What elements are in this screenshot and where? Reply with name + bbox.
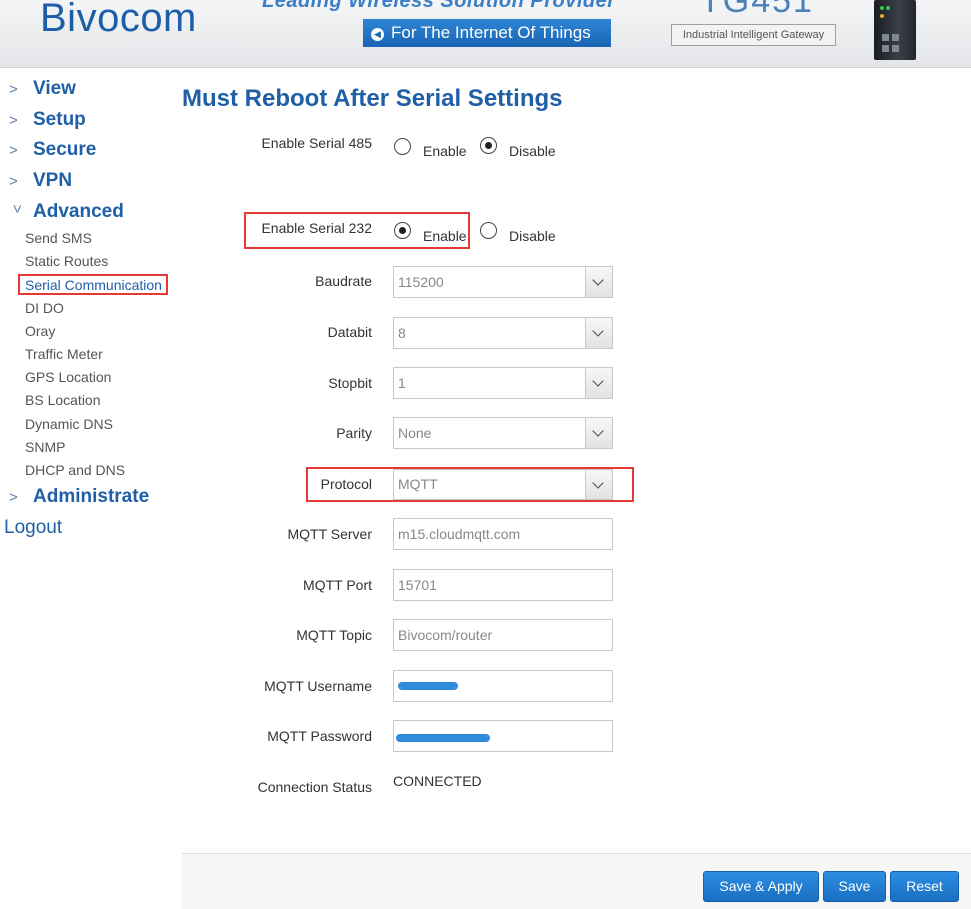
serial232-label: Enable Serial 232 [261, 220, 372, 236]
connection-status-label: Connection Status [257, 779, 372, 795]
sidebar-item-label: Secure [33, 139, 97, 160]
chevron-right-icon: > [9, 142, 18, 159]
parity-select[interactable]: None [393, 417, 613, 449]
sidebar-subitem-send-sms[interactable]: Send SMS [25, 230, 92, 246]
sidebar-item-label: Administrate [33, 486, 150, 507]
brand-slogan: Leading Wireless Solution Provider [262, 0, 616, 12]
sidebar-subitem-dynamic-dns[interactable]: Dynamic DNS [25, 416, 113, 432]
mqtt-port-input[interactable]: 15701 [393, 569, 613, 601]
sidebar-subitem-snmp[interactable]: SNMP [25, 439, 65, 455]
model-name: TG451 [700, 0, 814, 20]
sidebar-subitem-di-do[interactable]: DI DO [25, 300, 64, 316]
sidebar-item-administrate[interactable]: > Administrate [9, 486, 149, 508]
mqtt-server-value: m15.cloudmqtt.com [398, 526, 521, 542]
mqtt-topic-value: Bivocom/router [398, 627, 493, 643]
brand-logo: Bivocom [40, 0, 197, 40]
model-subtitle: Industrial Intelligent Gateway [671, 24, 836, 46]
iot-banner-button: ◀ For The Internet Of Things [363, 19, 611, 47]
sidebar-item-label: VPN [33, 170, 73, 191]
serial485-disable-radio[interactable] [480, 137, 497, 154]
page-title: Must Reboot After Serial Settings [182, 85, 563, 112]
baudrate-value: 115200 [398, 274, 444, 290]
chevron-right-icon: > [9, 489, 18, 506]
sidebar-subitem-static-routes[interactable]: Static Routes [25, 253, 108, 269]
databit-label: Databit [327, 324, 372, 340]
chevron-down-icon: > [8, 204, 26, 214]
save-apply-button[interactable]: Save & Apply [703, 871, 819, 902]
sidebar-item-advanced[interactable]: > Advanced [9, 201, 124, 223]
sidebar-subitem-traffic-meter[interactable]: Traffic Meter [25, 346, 103, 362]
sidebar-subitem-bs-location[interactable]: BS Location [25, 392, 101, 408]
logout-link[interactable]: Logout [4, 517, 62, 539]
parity-label: Parity [336, 425, 372, 441]
serial232-enable-radio[interactable] [394, 222, 411, 239]
serial485-enable-radio[interactable] [394, 138, 411, 155]
save-button[interactable]: Save [823, 871, 886, 902]
sidebar-item-vpn[interactable]: > VPN [9, 170, 72, 192]
chevron-down-icon [585, 267, 612, 297]
sidebar-subitem-gps-location[interactable]: GPS Location [25, 369, 111, 385]
chevron-down-icon [585, 418, 612, 448]
mqtt-server-input[interactable]: m15.cloudmqtt.com [393, 518, 613, 550]
chevron-right-icon: > [9, 173, 18, 190]
sidebar-item-label: Setup [33, 109, 86, 130]
mqtt-username-label: MQTT Username [264, 678, 372, 694]
mqtt-topic-input[interactable]: Bivocom/router [393, 619, 613, 651]
serial232-disable-label: Disable [509, 228, 556, 244]
stopbit-value: 1 [398, 375, 406, 391]
redaction-mark [398, 682, 458, 690]
protocol-select[interactable]: MQTT [393, 469, 613, 500]
serial232-disable-radio[interactable] [480, 222, 497, 239]
protocol-value: MQTT [398, 476, 438, 492]
header-banner: Bivocom Leading Wireless Solution Provid… [0, 0, 971, 68]
chevron-down-icon [585, 318, 612, 348]
mqtt-topic-label: MQTT Topic [296, 627, 372, 643]
reset-button[interactable]: Reset [890, 871, 959, 902]
stopbit-label: Stopbit [328, 375, 372, 391]
mqtt-port-label: MQTT Port [303, 577, 372, 593]
arrow-left-icon: ◀ [371, 28, 384, 41]
protocol-label: Protocol [320, 476, 372, 492]
sidebar-item-view[interactable]: > View [9, 78, 76, 100]
serial232-enable-label: Enable [423, 228, 467, 244]
active-item-highlight [18, 274, 168, 295]
serial485-enable-label: Enable [423, 143, 467, 159]
databit-select[interactable]: 8 [393, 317, 613, 349]
iot-banner-label: For The Internet Of Things [391, 23, 591, 42]
sidebar-subitem-dhcp-and-dns[interactable]: DHCP and DNS [25, 462, 125, 478]
baudrate-label: Baudrate [315, 273, 372, 289]
stopbit-select[interactable]: 1 [393, 367, 613, 399]
sidebar-item-secure[interactable]: > Secure [9, 139, 96, 161]
chevron-right-icon: > [9, 112, 18, 129]
gateway-device-image [874, 0, 916, 60]
sidebar-item-setup[interactable]: > Setup [9, 109, 86, 131]
redaction-mark [396, 734, 490, 742]
connection-status-value: CONNECTED [393, 773, 482, 789]
mqtt-password-label: MQTT Password [267, 728, 372, 744]
chevron-down-icon [585, 470, 612, 499]
mqtt-server-label: MQTT Server [287, 526, 372, 542]
mqtt-port-value: 15701 [398, 577, 437, 593]
serial485-disable-label: Disable [509, 143, 556, 159]
sidebar-item-label: Advanced [33, 201, 124, 222]
parity-value: None [398, 425, 432, 441]
chevron-right-icon: > [9, 81, 18, 98]
baudrate-select[interactable]: 115200 [393, 266, 613, 298]
databit-value: 8 [398, 325, 406, 341]
sidebar-item-label: View [33, 78, 76, 99]
chevron-down-icon [585, 368, 612, 398]
sidebar-subitem-oray[interactable]: Oray [25, 323, 55, 339]
serial485-label: Enable Serial 485 [261, 135, 372, 151]
